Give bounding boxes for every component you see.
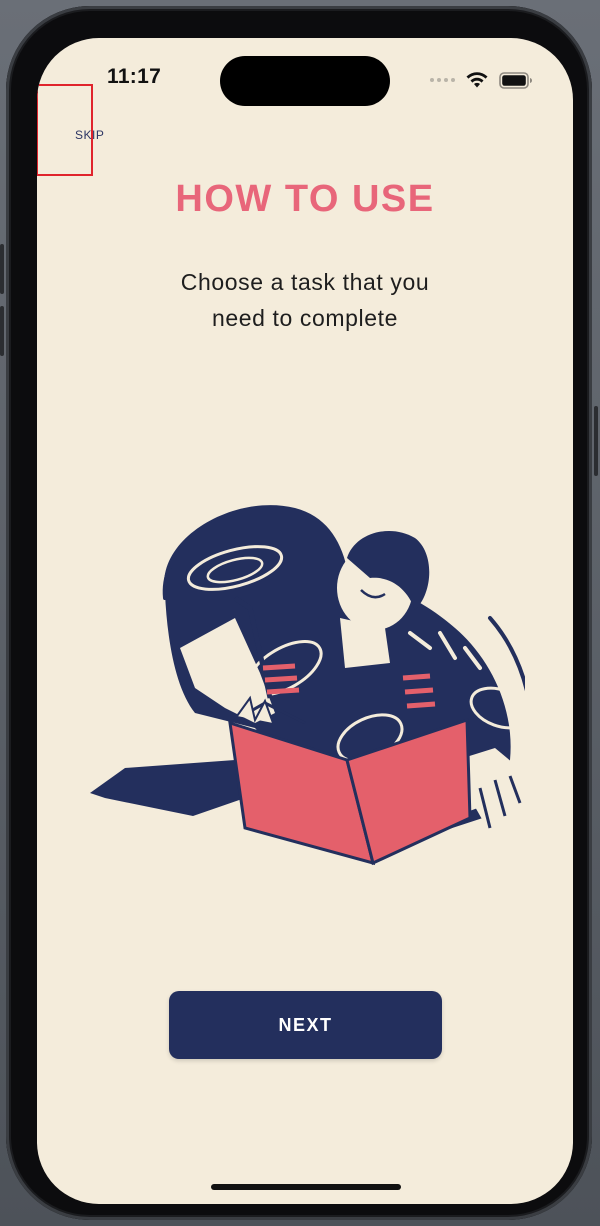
volume-up-button [0, 244, 4, 294]
skip-button[interactable]: SKIP [75, 128, 104, 142]
dynamic-island [220, 56, 390, 106]
person-in-box-illustration [90, 505, 525, 866]
page-title: HOW TO USE [175, 178, 435, 220]
wifi-icon [466, 72, 488, 88]
home-indicator[interactable] [211, 1184, 401, 1190]
app-screen: 11:17 SKIP HOW TO USE Choose a task that… [37, 38, 573, 1204]
phone-frame: 11:17 SKIP HOW TO USE Choose a task that… [0, 6, 598, 1220]
cellular-signal-icon [430, 78, 455, 82]
status-icons [430, 70, 533, 90]
volume-down-button [0, 306, 4, 356]
status-time: 11:17 [107, 65, 162, 88]
next-button[interactable]: NEXT [169, 991, 442, 1059]
battery-icon [499, 71, 532, 89]
page-subtitle: Choose a task that you need to complete [180, 269, 430, 331]
power-button [594, 406, 598, 476]
